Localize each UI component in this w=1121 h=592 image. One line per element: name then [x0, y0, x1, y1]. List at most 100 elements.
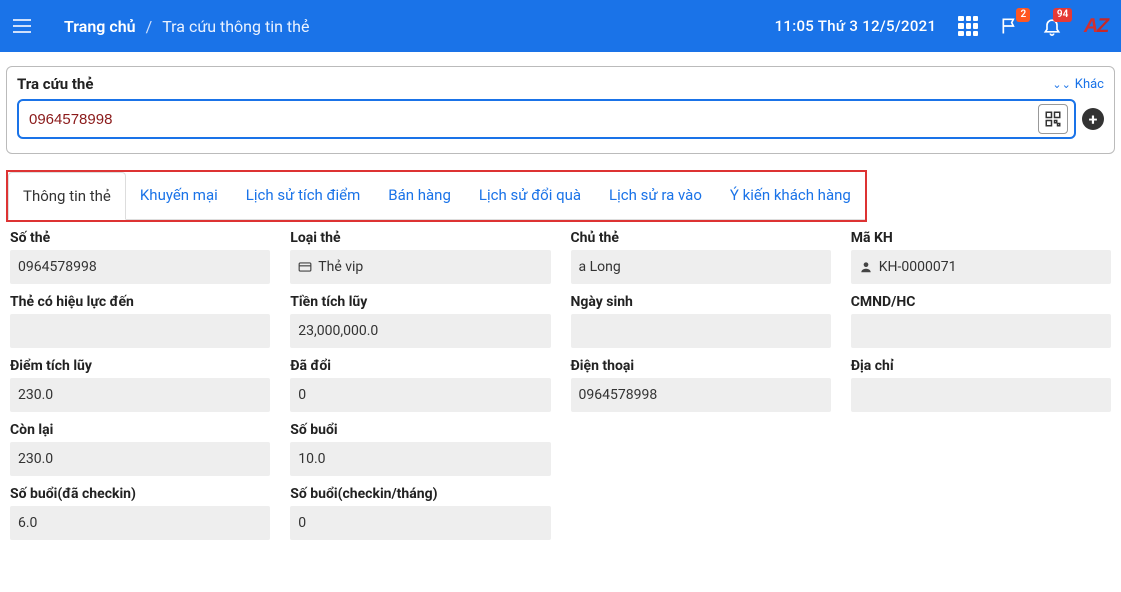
value-dien-thoai: 0964578998 [579, 387, 658, 403]
tab-lich-su-tich-diem[interactable]: Lịch sử tích điểm [232, 172, 374, 220]
field-ngay-sinh: Ngày sinh [571, 294, 831, 348]
qr-icon [1044, 110, 1062, 128]
input-ngay-sinh[interactable] [571, 314, 831, 348]
header-datetime: 11:05 Thứ 3 12/5/2021 [775, 17, 937, 35]
field-so-buoi-thang: Số buổi(checkin/tháng) 0 [290, 486, 550, 540]
menu-button[interactable] [0, 0, 44, 52]
value-diem-tich-luy: 230.0 [18, 387, 53, 403]
notifications-bell-button[interactable]: 94 [1042, 16, 1062, 36]
field-diem-tich-luy: Điểm tích lũy 230.0 [10, 358, 270, 412]
person-icon [859, 260, 873, 274]
plus-icon: + [1089, 110, 1098, 129]
tab-thong-tin-the[interactable]: Thông tin thẻ [8, 172, 126, 220]
field-da-doi: Đã đổi 0 [290, 358, 550, 412]
notifications-flag-button[interactable]: 2 [1000, 16, 1020, 36]
other-label: Khác [1075, 77, 1104, 92]
value-da-doi: 0 [298, 387, 306, 403]
field-dia-chi: Địa chỉ [851, 358, 1111, 412]
fields-grid: Số thẻ 0964578998 Loại thẻ Thẻ vip Chủ t… [0, 222, 1121, 556]
search-panel: Tra cứu thẻ ⌄⌄ Khác + [6, 66, 1115, 154]
apps-button[interactable] [958, 16, 978, 36]
app-logo[interactable]: AZ [1084, 15, 1109, 38]
breadcrumb-home[interactable]: Trang chủ [64, 17, 136, 36]
input-ma-kh[interactable]: KH-0000071 [851, 250, 1111, 284]
search-panel-title: Tra cứu thẻ [17, 75, 93, 93]
input-dien-thoai[interactable]: 0964578998 [571, 378, 831, 412]
value-con-lai: 230.0 [18, 451, 53, 467]
value-chu-the: a Long [579, 259, 621, 275]
tab-lich-su-doi-qua[interactable]: Lịch sử đổi quà [465, 172, 595, 220]
input-so-buoi-checkin[interactable]: 6.0 [10, 506, 270, 540]
value-so-buoi: 10.0 [298, 451, 325, 467]
breadcrumb: Trang chủ / Tra cứu thông tin thẻ [64, 17, 309, 36]
value-so-the: 0964578998 [18, 259, 97, 275]
card-icon [298, 260, 312, 274]
field-tien-tich-luy: Tiền tích lũy 23,000,000.0 [290, 294, 550, 348]
top-header: Trang chủ / Tra cứu thông tin thẻ 11:05 … [0, 0, 1121, 52]
field-so-buoi: Số buổi 10.0 [290, 422, 550, 476]
breadcrumb-separator: / [146, 17, 153, 36]
input-diem-tich-luy[interactable]: 230.0 [10, 378, 270, 412]
value-so-buoi-checkin: 6.0 [18, 515, 37, 531]
label-so-buoi-checkin: Số buổi(đã checkin) [10, 486, 270, 502]
qr-button[interactable] [1038, 104, 1068, 134]
search-input[interactable] [29, 111, 1038, 128]
input-so-buoi-thang[interactable]: 0 [290, 506, 550, 540]
label-ma-kh: Mã KH [851, 230, 1111, 246]
label-diem-tich-luy: Điểm tích lũy [10, 358, 270, 374]
label-tien-tich-luy: Tiền tích lũy [290, 294, 550, 310]
label-dien-thoai: Điện thoại [571, 358, 831, 374]
field-chu-the: Chủ thẻ a Long [571, 230, 831, 284]
hamburger-icon [13, 19, 31, 33]
value-loai-the: Thẻ vip [318, 259, 363, 275]
input-chu-the[interactable]: a Long [571, 250, 831, 284]
field-hieu-luc: Thẻ có hiệu lực đến [10, 294, 270, 348]
input-con-lai[interactable]: 230.0 [10, 442, 270, 476]
label-hieu-luc: Thẻ có hiệu lực đến [10, 294, 270, 310]
tabs-highlight-box: Thông tin thẻ Khuyến mại Lịch sử tích đi… [6, 170, 867, 222]
field-so-the: Số thẻ 0964578998 [10, 230, 270, 284]
label-loai-the: Loại thẻ [290, 230, 550, 246]
tab-y-kien-khach-hang[interactable]: Ý kiến khách hàng [716, 172, 865, 220]
label-cmnd: CMND/HC [851, 294, 1111, 310]
label-so-the: Số thẻ [10, 230, 270, 246]
input-so-the[interactable]: 0964578998 [10, 250, 270, 284]
other-toggle[interactable]: ⌄⌄ Khác [1052, 77, 1104, 92]
label-so-buoi: Số buổi [290, 422, 550, 438]
value-so-buoi-thang: 0 [298, 515, 306, 531]
input-hieu-luc[interactable] [10, 314, 270, 348]
input-tien-tich-luy[interactable]: 23,000,000.0 [290, 314, 550, 348]
tabs-container: Thông tin thẻ Khuyến mại Lịch sử tích đi… [6, 154, 1115, 222]
label-ngay-sinh: Ngày sinh [571, 294, 831, 310]
search-box [17, 99, 1076, 139]
input-so-buoi[interactable]: 10.0 [290, 442, 550, 476]
bell-badge: 94 [1053, 8, 1072, 22]
grid-icon [958, 16, 978, 36]
field-ma-kh: Mã KH KH-0000071 [851, 230, 1111, 284]
value-tien-tich-luy: 23,000,000.0 [298, 323, 378, 339]
input-da-doi[interactable]: 0 [290, 378, 550, 412]
chevron-double-down-icon: ⌄⌄ [1052, 79, 1070, 90]
tab-ban-hang[interactable]: Bán hàng [374, 172, 465, 220]
field-cmnd: CMND/HC [851, 294, 1111, 348]
value-ma-kh: KH-0000071 [879, 259, 957, 275]
input-cmnd[interactable] [851, 314, 1111, 348]
header-right: 11:05 Thứ 3 12/5/2021 2 94 AZ [775, 15, 1109, 38]
label-so-buoi-thang: Số buổi(checkin/tháng) [290, 486, 550, 502]
field-con-lai: Còn lại 230.0 [10, 422, 270, 476]
input-dia-chi[interactable] [851, 378, 1111, 412]
label-dia-chi: Địa chỉ [851, 358, 1111, 374]
field-loai-the: Loại thẻ Thẻ vip [290, 230, 550, 284]
field-so-buoi-checkin: Số buổi(đã checkin) 6.0 [10, 486, 270, 540]
breadcrumb-current: Tra cứu thông tin thẻ [162, 17, 309, 36]
label-da-doi: Đã đổi [290, 358, 550, 374]
input-loai-the[interactable]: Thẻ vip [290, 250, 550, 284]
tab-khuyen-mai[interactable]: Khuyến mại [126, 172, 232, 220]
label-con-lai: Còn lại [10, 422, 270, 438]
flag-badge: 2 [1016, 8, 1030, 22]
field-dien-thoai: Điện thoại 0964578998 [571, 358, 831, 412]
label-chu-the: Chủ thẻ [571, 230, 831, 246]
tab-list: Thông tin thẻ Khuyến mại Lịch sử tích đi… [8, 172, 865, 220]
add-button[interactable]: + [1082, 108, 1104, 130]
tab-lich-su-ra-vao[interactable]: Lịch sử ra vào [595, 172, 716, 220]
